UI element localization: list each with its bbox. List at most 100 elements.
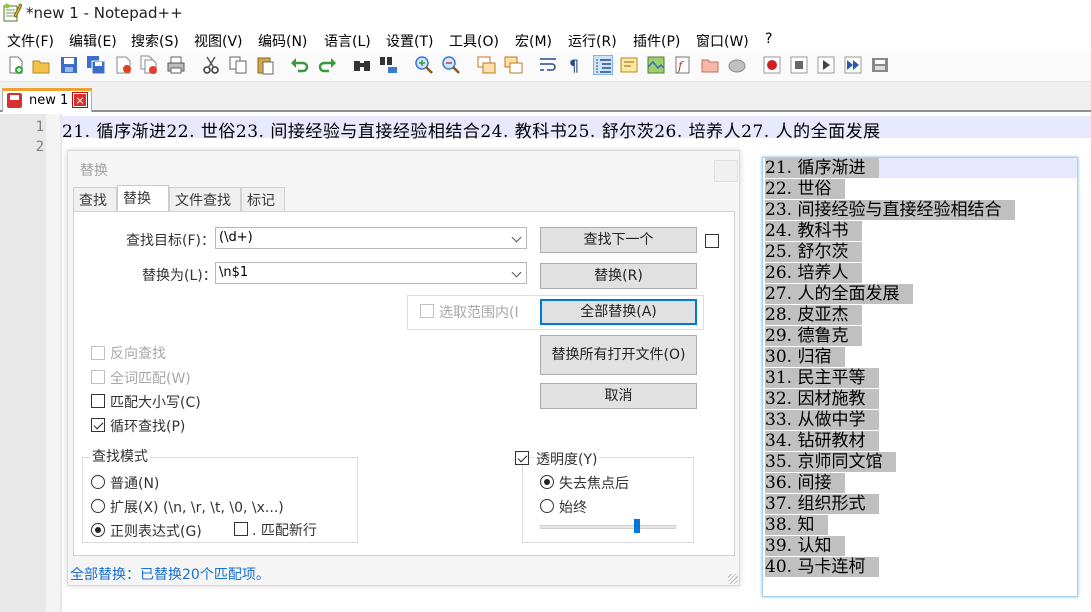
folder-workspace-icon[interactable]: [700, 55, 720, 75]
menu-encoding[interactable]: 编码(N): [258, 31, 307, 51]
dialog-close-button[interactable]: [714, 160, 738, 182]
on-lose-focus-radio[interactable]: [540, 475, 554, 489]
mode-extended-label: 扩展(X) (\n, \r, \t, \0, \x...): [110, 500, 284, 516]
menu-file[interactable]: 文件(F): [7, 31, 54, 51]
redo-icon[interactable]: [317, 55, 337, 75]
run-macro-multiple-icon[interactable]: [843, 55, 863, 75]
find-icon[interactable]: [352, 55, 372, 75]
cut-icon[interactable]: [201, 55, 221, 75]
word-wrap-icon[interactable]: [538, 55, 558, 75]
close-icon[interactable]: [114, 55, 134, 75]
menu-settings[interactable]: 设置(T): [386, 31, 433, 51]
tab-replace[interactable]: 替换: [117, 185, 169, 212]
whole-word-label: 全词匹配(W): [110, 371, 191, 387]
result-line: 38. 知: [765, 515, 829, 535]
menu-language[interactable]: 语言(L): [324, 31, 371, 51]
chevron-down-icon[interactable]: [511, 232, 522, 243]
indent-guide-icon[interactable]: [593, 55, 613, 75]
match-case-checkbox[interactable]: [91, 394, 105, 408]
menu-search[interactable]: 搜索(S): [131, 31, 179, 51]
find-next-button[interactable]: 查找下一个: [540, 227, 697, 253]
play-macro-icon[interactable]: [816, 55, 836, 75]
copy-icon[interactable]: [228, 55, 248, 75]
open-file-icon[interactable]: [31, 55, 51, 75]
menu-help[interactable]: ?: [765, 31, 772, 47]
find-what-value: (\d+): [219, 230, 253, 245]
cancel-button[interactable]: 取消: [540, 383, 697, 409]
result-line: 40. 马卡连柯: [765, 557, 880, 577]
zoom-in-icon[interactable]: [414, 55, 434, 75]
save-all-icon[interactable]: [86, 55, 106, 75]
replace-button[interactable]: 替换(R): [540, 263, 697, 289]
result-line: 34. 钻研教材: [765, 431, 880, 451]
result-line: 23. 间接经验与直接经验相结合: [765, 200, 1016, 220]
backward-checkbox[interactable]: [91, 346, 105, 360]
result-line: 22. 世俗: [765, 179, 846, 199]
document-tab-bar: new 1 ×: [0, 82, 1091, 112]
transparency-label: 透明度(Y): [534, 449, 600, 469]
replace-all-button[interactable]: 全部替换(A): [540, 299, 697, 325]
result-line: 25. 舒尔茨: [765, 242, 863, 262]
menu-bar: 文件(F) 编辑(E) 搜索(S) 视图(V) 编码(N) 语言(L) 设置(T…: [0, 28, 1091, 50]
show-all-chars-icon[interactable]: ¶: [565, 55, 585, 75]
wrap-around-checkbox[interactable]: [91, 418, 105, 432]
menu-run[interactable]: 运行(R): [568, 31, 617, 51]
transparency-checkbox[interactable]: [515, 451, 529, 465]
zoom-out-icon[interactable]: [441, 55, 461, 75]
always-radio[interactable]: [540, 499, 554, 513]
in-selection-checkbox[interactable]: [420, 304, 434, 318]
function-list-icon[interactable]: f: [673, 55, 693, 75]
save-icon[interactable]: [59, 55, 79, 75]
result-line: 37. 组织形式: [765, 494, 880, 514]
menu-plugins[interactable]: 插件(P): [633, 31, 680, 51]
window-title: *new 1 - Notepad++: [26, 4, 183, 22]
find-next-option-checkbox[interactable]: [705, 234, 719, 248]
find-what-combo[interactable]: (\d+): [215, 227, 527, 249]
udl-icon[interactable]: [619, 55, 639, 75]
tab-mark[interactable]: 标记: [241, 187, 285, 211]
title-bar: *new 1 - Notepad++: [0, 0, 1091, 26]
resize-grip[interactable]: [728, 574, 738, 584]
mode-regex-radio[interactable]: [91, 523, 105, 537]
fold-margin: [46, 114, 60, 612]
menu-window[interactable]: 窗口(W): [696, 31, 749, 51]
record-macro-icon[interactable]: [762, 55, 782, 75]
chevron-down-icon[interactable]: [511, 267, 522, 278]
result-text-block[interactable]: 21. 循序渐进 22. 世俗 23. 间接经验与直接经验相结合 24. 教科书…: [762, 157, 1078, 597]
on-lose-focus-label: 失去焦点后: [559, 476, 629, 492]
stop-record-icon[interactable]: [789, 55, 809, 75]
menu-macro[interactable]: 宏(M): [515, 31, 552, 51]
editor-line-1[interactable]: 21. 循序渐进22. 世俗23. 间接经验与直接经验相结合24. 教科书25.…: [62, 117, 881, 142]
sync-horizontal-icon[interactable]: [503, 55, 523, 75]
new-file-icon[interactable]: [6, 55, 26, 75]
notepad-plus-plus-icon: [3, 3, 22, 22]
replace-all-open-docs-button[interactable]: 替换所有打开文件(O): [540, 335, 697, 375]
tab-close-icon[interactable]: ×: [72, 92, 88, 108]
replace-icon[interactable]: [379, 55, 399, 75]
replace-with-combo[interactable]: \n$1: [215, 262, 527, 284]
save-macro-icon[interactable]: [870, 55, 890, 75]
menu-view[interactable]: 视图(V): [194, 31, 243, 51]
dot-matches-newline-checkbox[interactable]: [234, 522, 248, 536]
doc-map-icon[interactable]: [646, 55, 666, 75]
mode-extended-radio[interactable]: [91, 499, 105, 513]
whole-word-checkbox[interactable]: [91, 370, 105, 384]
tab-new-1[interactable]: new 1 ×: [2, 88, 92, 112]
tab-find[interactable]: 查找: [73, 187, 117, 211]
paste-icon[interactable]: [255, 55, 275, 75]
result-line: 24. 教科书: [765, 221, 863, 241]
menu-tools[interactable]: 工具(O): [449, 31, 499, 51]
sync-vertical-icon[interactable]: [476, 55, 496, 75]
dialog-status-message: 全部替换：已替换20个匹配项。: [70, 567, 270, 583]
menu-edit[interactable]: 编辑(E): [69, 31, 117, 51]
tab-find-in-files[interactable]: 文件查找: [169, 187, 241, 211]
transparency-slider-thumb[interactable]: [634, 519, 640, 533]
mode-normal-radio[interactable]: [91, 475, 105, 489]
unsaved-icon: [7, 93, 22, 108]
in-selection-label: 选取范围内(I: [439, 305, 519, 321]
monitor-icon[interactable]: [727, 55, 747, 75]
transparency-slider-track[interactable]: [540, 525, 676, 529]
undo-icon[interactable]: [290, 55, 310, 75]
print-icon[interactable]: [166, 55, 186, 75]
close-all-icon[interactable]: [139, 55, 159, 75]
